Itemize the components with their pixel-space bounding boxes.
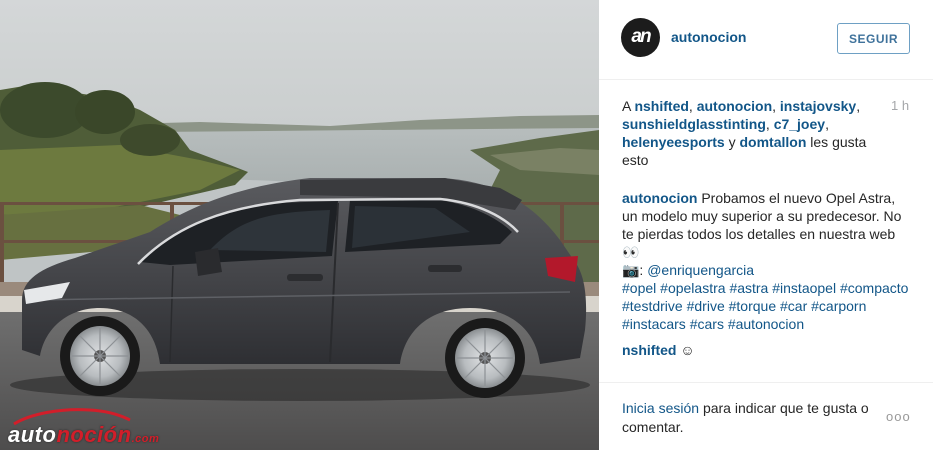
watermark-part3: .com: [131, 433, 160, 445]
ellipsis-icon[interactable]: ooo: [886, 409, 911, 424]
car-photo-illustration: [0, 0, 599, 450]
header-username[interactable]: autonocion: [671, 29, 746, 45]
credit-handle-link[interactable]: @enriquengarcia: [647, 262, 754, 278]
camera-credit-label: 📷:: [622, 262, 648, 278]
hashtag-link[interactable]: #drive: [687, 298, 725, 314]
post-timestamp[interactable]: 1 h: [891, 98, 909, 113]
hashtag-link[interactable]: #compacto: [840, 280, 908, 296]
hashtag-link[interactable]: #astra: [729, 280, 768, 296]
liker-link[interactable]: helenyeesports: [622, 134, 725, 150]
likes-line: A nshifted, autonocion, instajovsky, sun…: [622, 98, 867, 168]
hashtag-link[interactable]: #opelastra: [660, 280, 725, 296]
login-link[interactable]: Inicia sesión: [622, 400, 699, 416]
liker-link[interactable]: autonocion: [697, 98, 772, 114]
liker-link[interactable]: sunshieldglasstinting: [622, 116, 766, 132]
liker-link[interactable]: c7_joey: [774, 116, 825, 132]
watermark-part1: auto: [8, 422, 57, 447]
liker-link[interactable]: nshifted: [634, 98, 688, 114]
comment-username[interactable]: nshifted: [622, 342, 676, 358]
follow-button[interactable]: SEGUIR: [837, 23, 910, 54]
avatar[interactable]: an: [621, 18, 660, 57]
hashtag-link[interactable]: #torque: [729, 298, 776, 314]
hashtag-link[interactable]: #cars: [690, 316, 724, 332]
hashtag-link[interactable]: #instaopel: [772, 280, 836, 296]
avatar-logo: an: [621, 26, 660, 48]
post-details-panel: an autonocion SEGUIR A nshifted, autonoc…: [599, 0, 933, 450]
comment: nshifted ☺: [622, 341, 695, 359]
watermark: autonoción.com: [8, 422, 159, 448]
likes-prefix: A: [622, 98, 631, 114]
caption-username[interactable]: autonocion: [622, 190, 697, 206]
post-photo[interactable]: autonoción.com: [0, 0, 599, 450]
hashtag-link[interactable]: #instacars: [622, 316, 686, 332]
liker-link[interactable]: domtallon: [740, 134, 807, 150]
avatar-letters: an: [631, 26, 651, 47]
login-prompt: Inicia sesión para indicar que te gusta …: [622, 399, 887, 437]
hashtag-link[interactable]: #testdrive: [622, 298, 683, 314]
hashtag-link[interactable]: #autonocion: [728, 316, 804, 332]
hashtag-link[interactable]: #carporn: [811, 298, 866, 314]
smile-emoji-icon: ☺: [680, 342, 695, 358]
post-header: an autonocion SEGUIR: [599, 0, 933, 80]
hashtag-link[interactable]: #car: [780, 298, 807, 314]
hashtag-link[interactable]: #opel: [622, 280, 656, 296]
likes-conjunction: y: [728, 134, 736, 150]
post-footer: Inicia sesión para indicar que te gusta …: [599, 382, 933, 450]
post-caption: autonocion Probamos el nuevo Opel Astra,…: [622, 189, 912, 333]
liker-link[interactable]: instajovsky: [780, 98, 856, 114]
watermark-part2: noción: [56, 422, 132, 447]
